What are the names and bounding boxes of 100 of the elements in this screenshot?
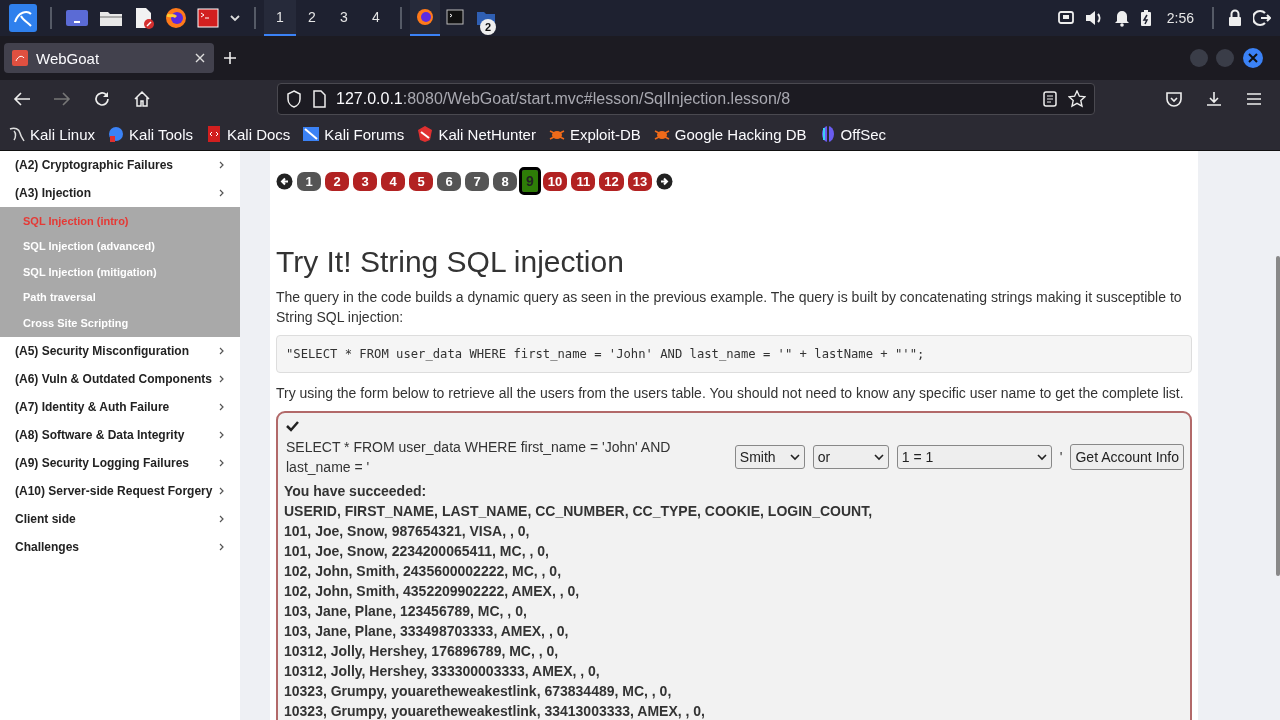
lesson-page-button[interactable]: 12 (599, 171, 624, 191)
lesson-page-button[interactable]: 5 (409, 171, 433, 191)
bookmark-link[interactable]: Kali Docs (205, 125, 291, 143)
chevron-right-icon (218, 429, 226, 440)
chevron-right-icon (218, 401, 226, 412)
bookmark-link[interactable]: OffSec (818, 125, 887, 143)
workspace-tab[interactable]: 3 (328, 0, 360, 36)
menu-category[interactable]: (A6) Vuln & Outdated Components (0, 364, 240, 393)
bell-icon[interactable] (1113, 9, 1130, 27)
bookmark-link[interactable]: Kali Linux (8, 125, 96, 143)
desktop-icon[interactable] (65, 8, 89, 28)
success-message: You have succeeded: (284, 482, 428, 501)
menu-category[interactable]: (A9) Security Logging Failures (0, 448, 240, 477)
forward-arrow-icon[interactable] (53, 91, 71, 107)
result-line: 10312, Jolly, Hershey, 176896789, MC, , 0, (284, 642, 560, 661)
caret-icon (789, 453, 800, 461)
chevron-right-icon (218, 513, 226, 524)
text-editor-icon[interactable] (133, 7, 155, 29)
lesson-page-button[interactable]: 13 (627, 171, 653, 191)
lesson-page-button[interactable]: 8 (493, 171, 517, 191)
menu-icon[interactable] (1245, 90, 1263, 108)
lesson-title: Try It! String SQL injection (276, 245, 625, 279)
result-line: 102, John, Smith, 4352209902222, AMEX, , 0, (284, 582, 581, 601)
workspace-tab[interactable]: 1 (264, 0, 296, 36)
lesson-page-button[interactable]: 2 (325, 171, 349, 191)
bookmark-link[interactable]: Kali Tools (107, 125, 193, 143)
page-icon (312, 90, 326, 108)
dropdown[interactable]: or (812, 445, 889, 469)
workspace-tab[interactable]: 2 (296, 0, 328, 36)
pocket-icon[interactable] (1165, 90, 1183, 108)
menu-category[interactable]: (A2) Cryptographic Failures (0, 151, 240, 179)
bookmark-link[interactable]: Google Hacking DB (652, 125, 807, 143)
menu-category[interactable]: (A7) Identity & Auth Failure (0, 392, 240, 421)
intro-paragraph: The query in the code builds a dynamic query as seen in the previous example. The query is built by concatenating strings making it susceptible to String SQL injection: (276, 288, 1183, 327)
close-icon[interactable] (194, 52, 206, 64)
scrollbar[interactable] (1276, 256, 1280, 576)
dropdown[interactable]: 1 = 1 (896, 445, 1052, 469)
battery-icon[interactable] (1139, 9, 1152, 27)
window-count-badge: 2 (480, 19, 496, 35)
lock-icon[interactable] (1227, 9, 1243, 27)
menu-category[interactable]: (A5) Security Misconfiguration (0, 336, 240, 365)
menu-category[interactable]: (A3) Injection (0, 179, 240, 207)
lesson-page-button[interactable]: 11 (571, 171, 596, 191)
lesson-page-button[interactable]: 6 (437, 171, 461, 191)
lesson-page-button[interactable]: 1 (297, 171, 321, 191)
chat-icon (302, 125, 321, 143)
download-icon[interactable] (1205, 90, 1223, 108)
chevron-right-icon (218, 541, 226, 552)
reload-icon[interactable] (93, 90, 111, 108)
document-icon (205, 125, 223, 143)
result-line: 103, Jane, Plane, 333498703333, AMEX, , 0, (284, 622, 570, 641)
shield-icon (286, 90, 302, 108)
menu-category[interactable]: Challenges (0, 532, 240, 561)
browser-tab[interactable]: WebGoat (4, 43, 214, 73)
chevron-right-icon (218, 160, 226, 170)
result-line: 10323, Grumpy, youaretheweakestlink, 673834489, MC, , 0, (284, 682, 673, 701)
clock[interactable]: 2:56 (1166, 10, 1194, 26)
chevron-right-icon (218, 485, 226, 496)
network-icon[interactable] (1057, 10, 1074, 26)
chevron-right-icon (218, 457, 226, 468)
result-line: 10323, Grumpy, youaretheweakestlink, 33413003333, AMEX, , 0, (284, 702, 706, 720)
instruction-paragraph: Try using the form below to retrieve all the users from the users table. You should not need to know any specific user name to get the complete list. (276, 384, 1185, 403)
globe-icon (107, 125, 126, 143)
chevron-down-icon[interactable] (229, 13, 241, 23)
result-line: 101, Joe, Snow, 987654321, VISA, , 0, (284, 522, 531, 541)
lesson-page-button[interactable]: 3 (353, 171, 377, 191)
result-line: USERID, FIRST_NAME, LAST_NAME, CC_NUMBER, CC_TYPE, COOKIE, LOGIN_COUNT, (284, 502, 874, 521)
menu-category[interactable]: (A10) Server-side Request Forgery (0, 476, 240, 505)
reader-view-icon[interactable] (1042, 90, 1058, 108)
star-icon[interactable] (1068, 90, 1086, 108)
lesson-page-button[interactable]: 10 (542, 171, 568, 191)
menu-category[interactable]: Client side (0, 504, 240, 533)
firefox-icon[interactable] (165, 7, 187, 29)
bookmark-link[interactable]: Kali NetHunter (416, 125, 536, 143)
lesson-page-button[interactable]: 4 (381, 171, 405, 191)
tab-title: WebGoat (36, 49, 101, 67)
chevron-right-icon (218, 188, 226, 198)
back-arrow-icon[interactable] (13, 91, 31, 107)
result-line: 101, Joe, Snow, 2234200065411, MC, , 0, (284, 542, 550, 561)
menu-category[interactable]: (A8) Software & Data Integrity (0, 420, 240, 449)
code-snippet: "SELECT * FROM user_data WHERE first_name = 'John' AND last_name = '" + lastName + "'"; (276, 335, 1192, 373)
result-line: 102, John, Smith, 2435600002222, MC, , 0, (284, 562, 563, 581)
bookmark-link[interactable]: Exploit-DB (547, 125, 641, 143)
caret-icon (873, 453, 884, 461)
lesson-page-button[interactable]: 7 (465, 171, 489, 191)
result-line: 103, Jane, Plane, 123456789, MC, , 0, (284, 602, 528, 621)
home-icon[interactable] (133, 90, 151, 108)
bookmark-link[interactable]: Kali Forums (302, 125, 405, 143)
address-bar[interactable]: 127.0.0.1:8080/WebGoat/start.mvc#lesson/SqlInjection.lesson/8 (277, 83, 1095, 115)
chevron-right-icon (218, 345, 226, 356)
dropdown[interactable]: Smith (734, 445, 805, 469)
new-tab-icon[interactable] (222, 50, 238, 66)
chevron-right-icon (218, 373, 226, 384)
workspace-tab[interactable]: 4 (360, 0, 392, 36)
result-line: 10312, Jolly, Hershey, 333300003333, AMEX, , 0, (284, 662, 601, 681)
firefox-icon[interactable] (416, 8, 434, 26)
terminal-icon[interactable] (446, 9, 464, 25)
get-account-info-button[interactable]: Get Account Info (1070, 444, 1184, 470)
close-icon[interactable] (1242, 47, 1264, 69)
logout-icon[interactable] (1253, 9, 1271, 27)
